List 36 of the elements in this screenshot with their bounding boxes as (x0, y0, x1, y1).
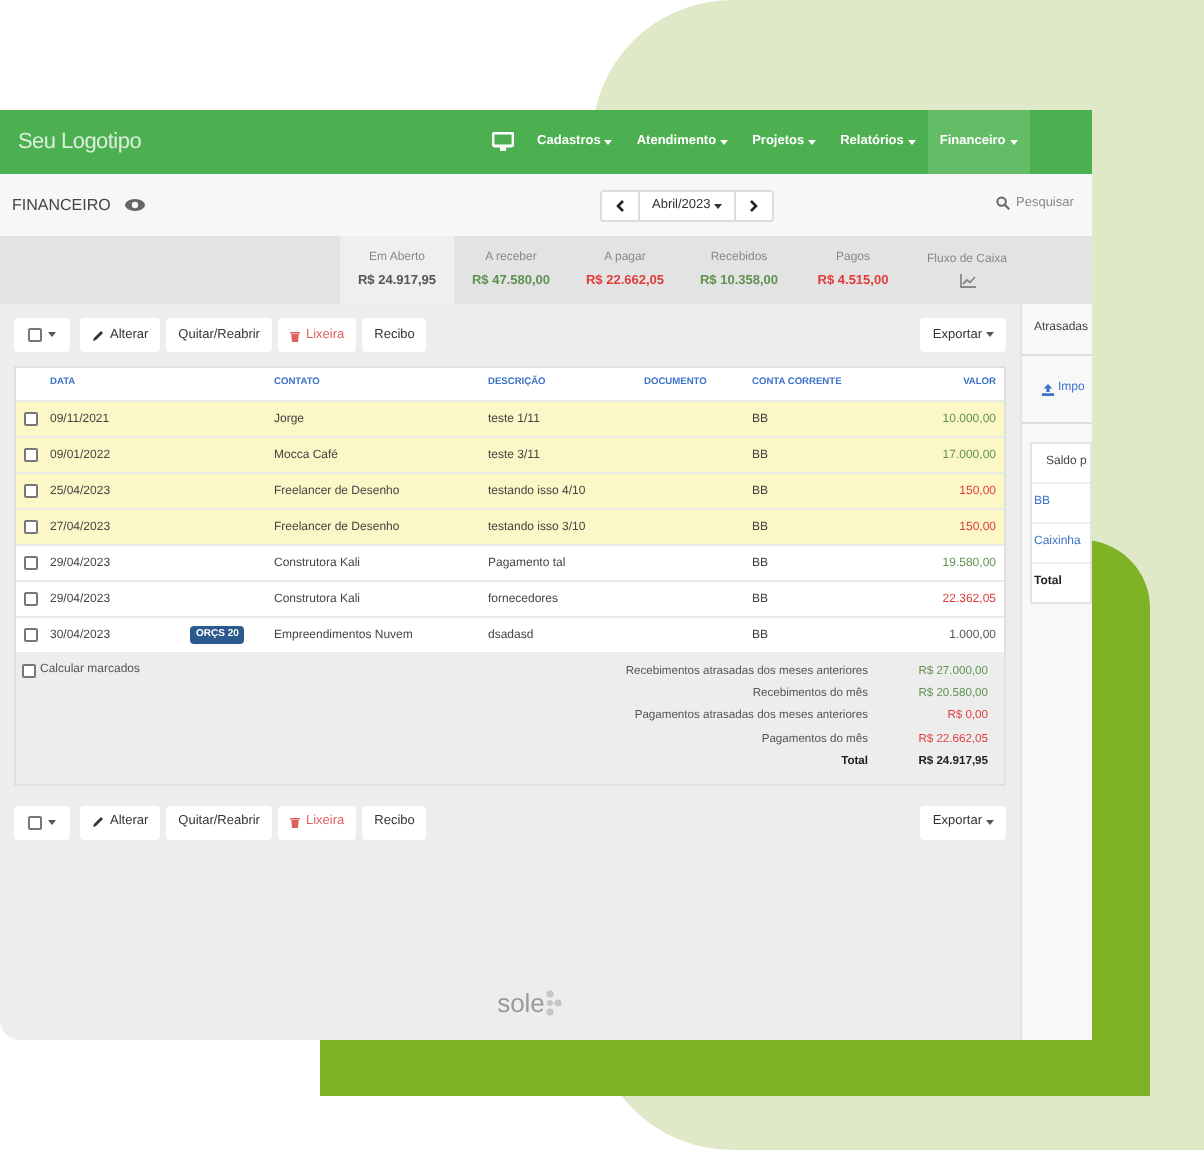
checkbox[interactable] (24, 448, 38, 462)
next-month-button[interactable] (734, 190, 775, 222)
page-title: FINANCEIRO (12, 193, 111, 217)
caret-icon (907, 139, 916, 145)
monitor-icon[interactable] (491, 132, 514, 152)
upload-icon (1042, 383, 1054, 395)
caret-icon (714, 203, 723, 209)
select-dropdown[interactable] (14, 805, 70, 839)
caret-icon (604, 139, 613, 145)
caret-icon (986, 332, 994, 338)
checkbox[interactable] (24, 520, 38, 534)
select-dropdown[interactable] (14, 318, 70, 352)
checkbox[interactable] (24, 592, 38, 606)
eye-icon[interactable] (124, 198, 147, 212)
pencil-icon (92, 816, 104, 828)
line-chart-icon (959, 274, 975, 288)
caret-icon (720, 139, 729, 145)
checkbox[interactable] (24, 412, 38, 426)
caret-icon (48, 332, 56, 338)
trash-icon (289, 816, 300, 828)
caret-icon (48, 819, 56, 825)
checkbox[interactable] (24, 556, 38, 570)
chevron-right-icon (750, 200, 759, 212)
caret-icon (808, 139, 817, 145)
checkbox[interactable] (24, 484, 38, 498)
chevron-left-icon (616, 200, 624, 212)
trash-icon (289, 329, 300, 341)
checkbox[interactable] (22, 664, 36, 678)
caret-icon (986, 819, 994, 825)
dots-icon (546, 990, 563, 1017)
footer-logo: sole (497, 986, 545, 1022)
previous-month-button[interactable] (600, 190, 640, 222)
pencil-icon (92, 329, 104, 341)
caret-icon (1009, 139, 1018, 145)
checkbox[interactable] (24, 628, 38, 642)
search-icon[interactable] (996, 196, 1010, 211)
